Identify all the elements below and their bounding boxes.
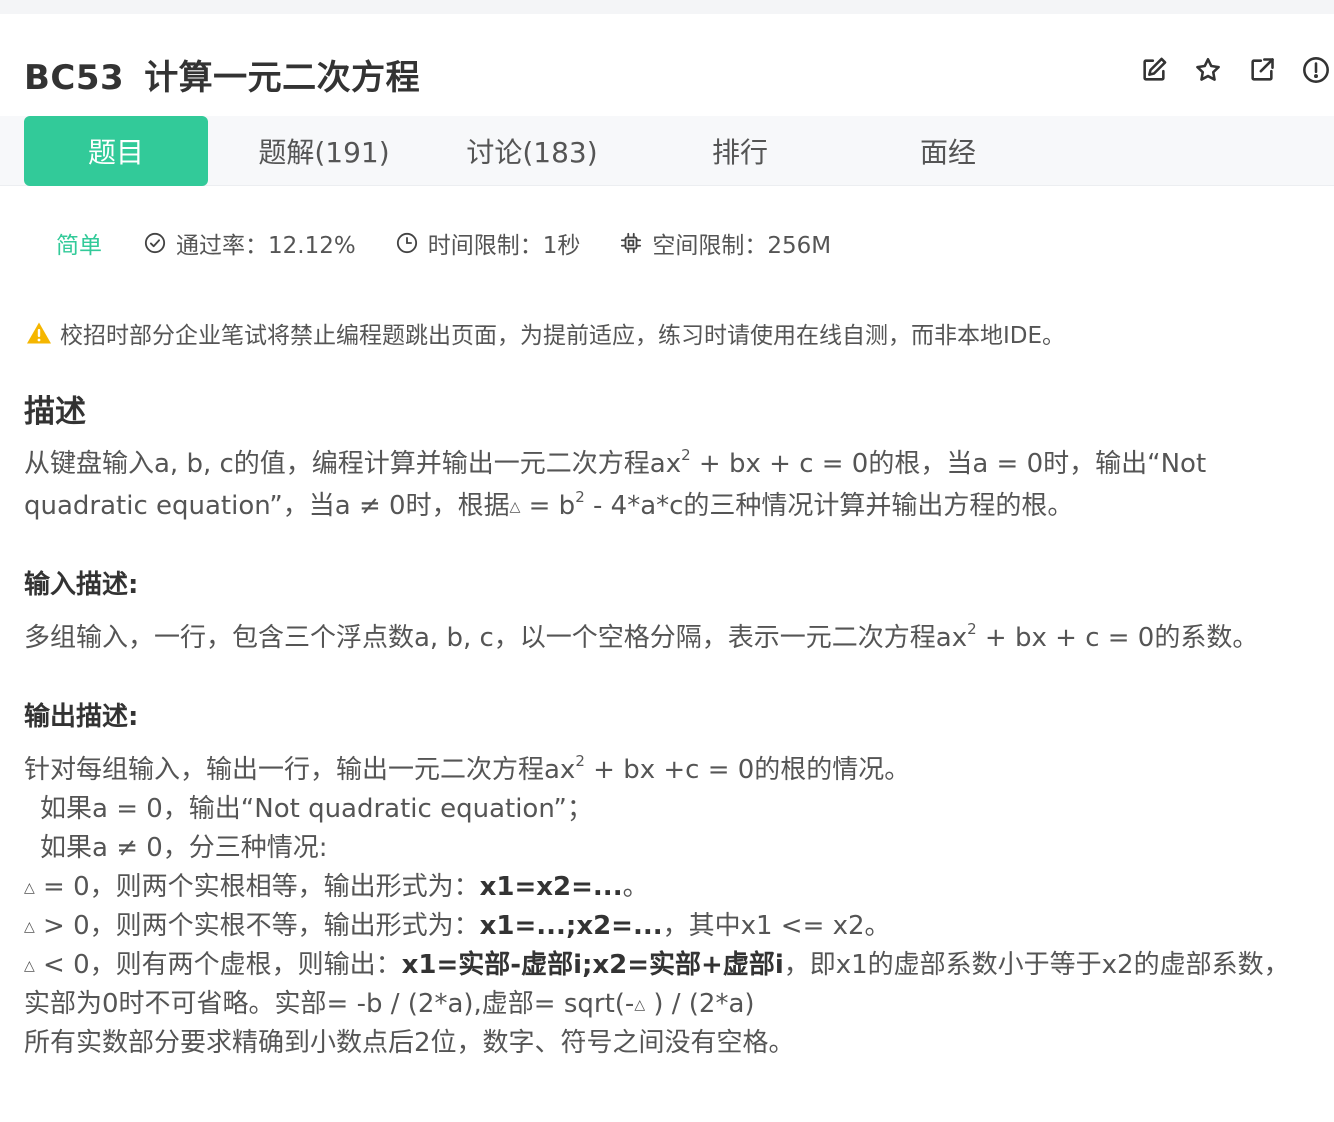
time-limit: 时间限制：1秒	[396, 226, 581, 260]
chip-icon	[621, 232, 642, 254]
delta-symbol: △	[509, 499, 521, 515]
problem-code: BC53	[24, 58, 125, 98]
description-line-1: 从键盘输入a, b, c的值，编程计算并输出一元二次方程ax2 + bx + c…	[24, 446, 1207, 480]
difficulty-badge: 简单	[56, 233, 102, 259]
tab-ranking[interactable]: 排行	[648, 116, 832, 186]
top-strip	[0, 0, 1334, 14]
output-line-7: 实部为0时不可省略。实部= -b / (2*a),虚部= sqrt(-△ ) /…	[24, 989, 755, 1019]
output-line-6: △ < 0，则有两个虚根，则输出：x1=实部-虚部i;x2=实部+虚部i，即x1…	[24, 950, 1290, 980]
problem-meta: 简单 通过率：12.12% 时间限制：1秒 空间限制：256M	[56, 226, 871, 260]
description-line-2: quadratic equation”，当a ≠ 0时，根据△ = b2 - 4…	[24, 488, 1074, 522]
output-heading: 输出描述:	[24, 702, 139, 732]
share-icon	[1251, 58, 1274, 81]
favorite-button[interactable]	[1194, 56, 1222, 84]
star-icon	[1196, 57, 1220, 81]
tab-discussion[interactable]: 讨论(183)	[440, 116, 624, 186]
check-circle-icon	[144, 232, 166, 254]
tab-problem[interactable]: 题目	[24, 116, 208, 186]
output-line-8: 所有实数部分要求精确到小数点后2位，数字、符号之间没有空格。	[24, 1028, 795, 1058]
tab-interview[interactable]: 面经	[856, 116, 1040, 186]
notice-text: 校招时部分企业笔试将禁止编程题跳出页面，为提前适应，练习时请使用在线自测，而非本…	[60, 323, 1066, 349]
exam-notice: 校招时部分企业笔试将禁止编程题跳出页面，为提前适应，练习时请使用在线自测，而非本…	[26, 316, 1065, 350]
output-line-3: 如果a ≠ 0，分三种情况:	[40, 833, 328, 863]
edit-icon	[1143, 57, 1167, 81]
tab-solutions[interactable]: 题解(191)	[232, 116, 416, 186]
space-limit-text: 空间限制：256M	[652, 233, 832, 259]
tab-bar: 题目 题解(191) 讨论(183) 排行 面经	[0, 116, 1334, 186]
report-button[interactable]	[1302, 56, 1330, 84]
pass-rate-text: 通过率：12.12%	[176, 233, 356, 259]
page-title: BC53 计算一元二次方程	[24, 50, 420, 99]
input-description: 多组输入，一行，包含三个浮点数a, b, c，以一个空格分隔，表示一元二次方程a…	[24, 620, 1259, 654]
problem-title: 计算一元二次方程	[144, 58, 421, 98]
description-heading: 描述	[24, 394, 86, 430]
warning-icon	[27, 322, 51, 344]
info-icon	[1303, 57, 1329, 83]
output-line-5: △ > 0，则两个实根不等，输出形式为：x1=...;x2=...，其中x1 <…	[24, 911, 891, 941]
edit-button[interactable]	[1140, 56, 1168, 84]
pass-rate: 通过率：12.12%	[144, 226, 356, 260]
space-limit: 空间限制：256M	[620, 226, 831, 260]
time-limit-text: 时间限制：1秒	[427, 233, 581, 259]
title-actions	[1140, 56, 1330, 84]
clock-icon	[396, 232, 417, 254]
output-line-4: △ = 0，则两个实根相等，输出形式为：x1=x2=...。	[24, 872, 649, 902]
output-line-1: 针对每组输入，输出一行，输出一元二次方程ax2 + bx +c = 0的根的情况…	[24, 752, 911, 786]
input-heading: 输入描述:	[24, 570, 139, 600]
share-button[interactable]	[1248, 56, 1276, 84]
output-line-2: 如果a = 0，输出“Not quadratic equation”；	[40, 794, 593, 824]
